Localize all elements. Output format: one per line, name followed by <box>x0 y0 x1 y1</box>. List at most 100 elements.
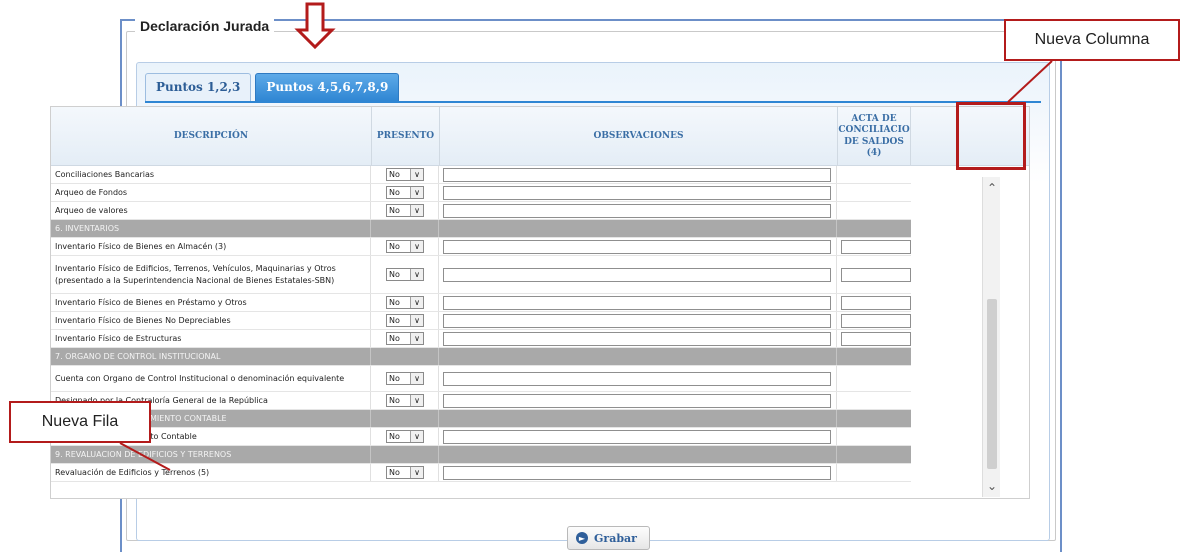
row-descripcion: Inventario Físico de Bienes en Almacén (… <box>51 238 371 255</box>
section-row: 6. INVENTARIOS <box>51 220 911 238</box>
observaciones-cell <box>440 348 837 365</box>
section-label: 6. INVENTARIOS <box>51 220 371 237</box>
chevron-down-icon[interactable]: ∨ <box>410 315 423 326</box>
tab-puntos-1-2-3[interactable]: Puntos 1,2,3 <box>145 73 252 101</box>
observaciones-cell <box>440 392 837 409</box>
presento-cell: No ∨ <box>372 428 439 445</box>
acta-cell <box>838 446 911 463</box>
table-row: Revaluación de Edificios y Terrenos (5) N… <box>51 464 911 482</box>
presento-cell: No ∨ <box>372 464 439 481</box>
observaciones-input[interactable] <box>443 186 831 200</box>
observaciones-input[interactable] <box>443 332 831 346</box>
row-descripcion: Arqueo de valores <box>51 202 371 219</box>
section-row: 7. ORGANO DE CONTROL INSTITUCIONAL <box>51 348 911 366</box>
row-descripcion: Revaluación de Edificios y Terrenos (5) <box>51 464 371 481</box>
presento-cell: No ∨ <box>372 392 439 409</box>
presento-value: No <box>389 432 400 441</box>
observaciones-input[interactable] <box>443 268 831 282</box>
presento-select[interactable]: No ∨ <box>386 466 424 479</box>
observaciones-cell <box>440 366 837 391</box>
presento-cell: No ∨ <box>372 238 439 255</box>
observaciones-cell <box>440 464 837 481</box>
presento-cell: No ∨ <box>372 294 439 311</box>
tab-puntos-4-9[interactable]: Puntos 4,5,6,7,8,9 <box>255 73 400 101</box>
row-descripcion: Inventario Físico de Estructuras <box>51 330 371 347</box>
acta-cell <box>838 220 911 237</box>
grid-body: Conciliaciones Bancarias No ∨ Arqueo de Fon… <box>51 166 911 482</box>
observaciones-cell <box>440 410 837 427</box>
presento-select[interactable]: No ∨ <box>386 372 424 385</box>
presento-select[interactable]: No ∨ <box>386 430 424 443</box>
observaciones-input[interactable] <box>443 430 831 444</box>
presento-select[interactable]: No ∨ <box>386 268 424 281</box>
acta-cell <box>838 330 911 347</box>
chevron-down-icon[interactable]: ∨ <box>410 373 423 384</box>
observaciones-cell <box>440 294 837 311</box>
chevron-down-icon[interactable]: ∨ <box>410 269 423 280</box>
chevron-down-icon[interactable]: ∨ <box>410 467 423 478</box>
table-row: Inventario Físico de Edificios, Terrenos… <box>51 256 911 294</box>
acta-input[interactable] <box>841 268 911 282</box>
chevron-down-icon[interactable]: ∨ <box>410 187 423 198</box>
presento-value: No <box>389 170 400 179</box>
save-icon: ► <box>576 532 588 544</box>
presento-select[interactable]: No ∨ <box>386 394 424 407</box>
observaciones-input[interactable] <box>443 394 831 408</box>
presento-select[interactable]: No ∨ <box>386 204 424 217</box>
presento-cell: No ∨ <box>372 202 439 219</box>
observaciones-input[interactable] <box>443 168 831 182</box>
acta-cell <box>838 294 911 311</box>
observaciones-input[interactable] <box>443 296 831 310</box>
presento-value: No <box>389 334 400 343</box>
grid-scrollbar[interactable]: ⌃ ⌄ <box>982 177 1000 497</box>
table-row: Cuenta con Organo de Control Institucion… <box>51 366 911 392</box>
acta-cell <box>838 366 911 391</box>
presento-select[interactable]: No ∨ <box>386 168 424 181</box>
presento-cell: No ∨ <box>372 256 439 293</box>
grabar-button[interactable]: ► Grabar <box>567 526 650 550</box>
presento-select[interactable]: No ∨ <box>386 332 424 345</box>
presento-cell: No ∨ <box>372 166 439 183</box>
acta-input[interactable] <box>841 296 911 310</box>
presento-value: No <box>389 206 400 215</box>
row-descripcion: Arqueo de Fondos <box>51 184 371 201</box>
row-descripcion: Cuenta con Organo de Control Institucion… <box>51 366 371 391</box>
observaciones-cell <box>440 330 837 347</box>
acta-input[interactable] <box>841 332 911 346</box>
table-row: Inventario Físico de Estructuras No ∨ <box>51 330 911 348</box>
presento-cell: No ∨ <box>372 312 439 329</box>
presento-cell: No ∨ <box>372 184 439 201</box>
observaciones-input[interactable] <box>443 240 831 254</box>
observaciones-cell <box>440 428 837 445</box>
presento-select[interactable]: No ∨ <box>386 296 424 309</box>
scroll-down-icon[interactable]: ⌄ <box>983 477 1001 495</box>
acta-input[interactable] <box>841 314 911 328</box>
presento-select[interactable]: No ∨ <box>386 186 424 199</box>
chevron-down-icon[interactable]: ∨ <box>410 431 423 442</box>
acta-input[interactable] <box>841 240 911 254</box>
observaciones-cell <box>440 202 837 219</box>
chevron-down-icon[interactable]: ∨ <box>410 169 423 180</box>
observaciones-input[interactable] <box>443 372 831 386</box>
presento-select[interactable]: No ∨ <box>386 314 424 327</box>
chevron-down-icon[interactable]: ∨ <box>410 297 423 308</box>
presento-cell <box>372 348 439 365</box>
table-row: Arqueo de Fondos No ∨ <box>51 184 911 202</box>
presento-cell: No ∨ <box>372 330 439 347</box>
presento-value: No <box>389 188 400 197</box>
observaciones-input[interactable] <box>443 314 831 328</box>
section-label: 9. REVALUACION DE EDIFICIOS Y TERRENOS <box>51 446 371 463</box>
chevron-down-icon[interactable]: ∨ <box>410 395 423 406</box>
presento-select[interactable]: No ∨ <box>386 240 424 253</box>
chevron-down-icon[interactable]: ∨ <box>410 333 423 344</box>
observaciones-input[interactable] <box>443 466 831 480</box>
presento-cell <box>372 410 439 427</box>
scroll-thumb[interactable] <box>987 299 997 469</box>
presento-value: No <box>389 468 400 477</box>
chevron-down-icon[interactable]: ∨ <box>410 205 423 216</box>
chevron-down-icon[interactable]: ∨ <box>410 241 423 252</box>
table-row: Acciones de Saneamiento ContableNo∨ <box>51 428 911 446</box>
scroll-up-icon[interactable]: ⌃ <box>983 179 1001 197</box>
tab-bar: Puntos 1,2,3 Puntos 4,5,6,7,8,9 <box>145 73 400 101</box>
observaciones-input[interactable] <box>443 204 831 218</box>
